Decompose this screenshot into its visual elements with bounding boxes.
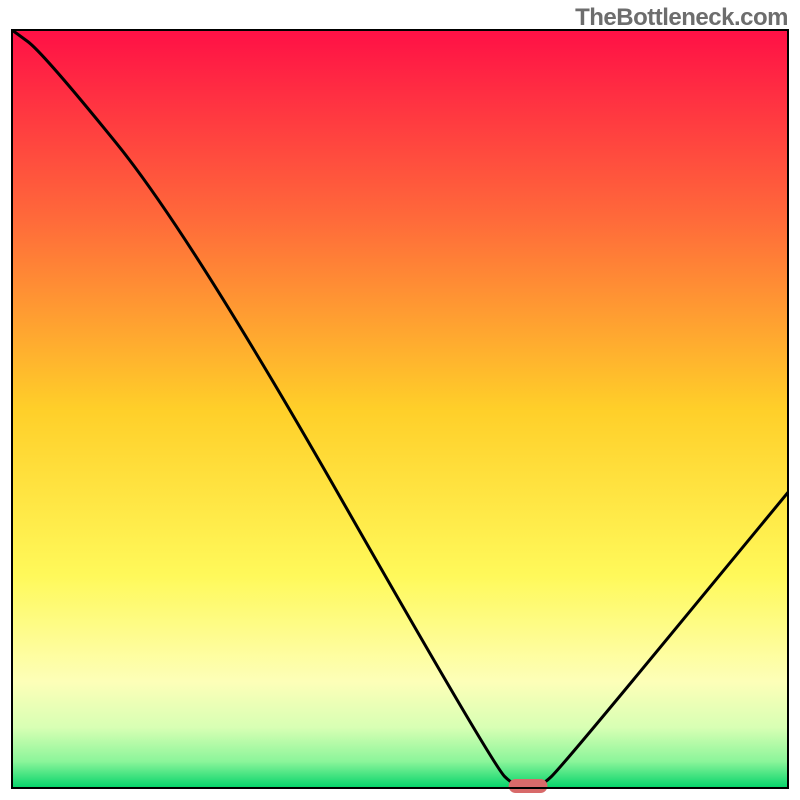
marker-pill [509,779,548,793]
chart-svg [0,0,800,800]
watermark-text: TheBottleneck.com [575,4,788,32]
chart-container: TheBottleneck.com [0,0,800,800]
plot-background [12,30,788,788]
